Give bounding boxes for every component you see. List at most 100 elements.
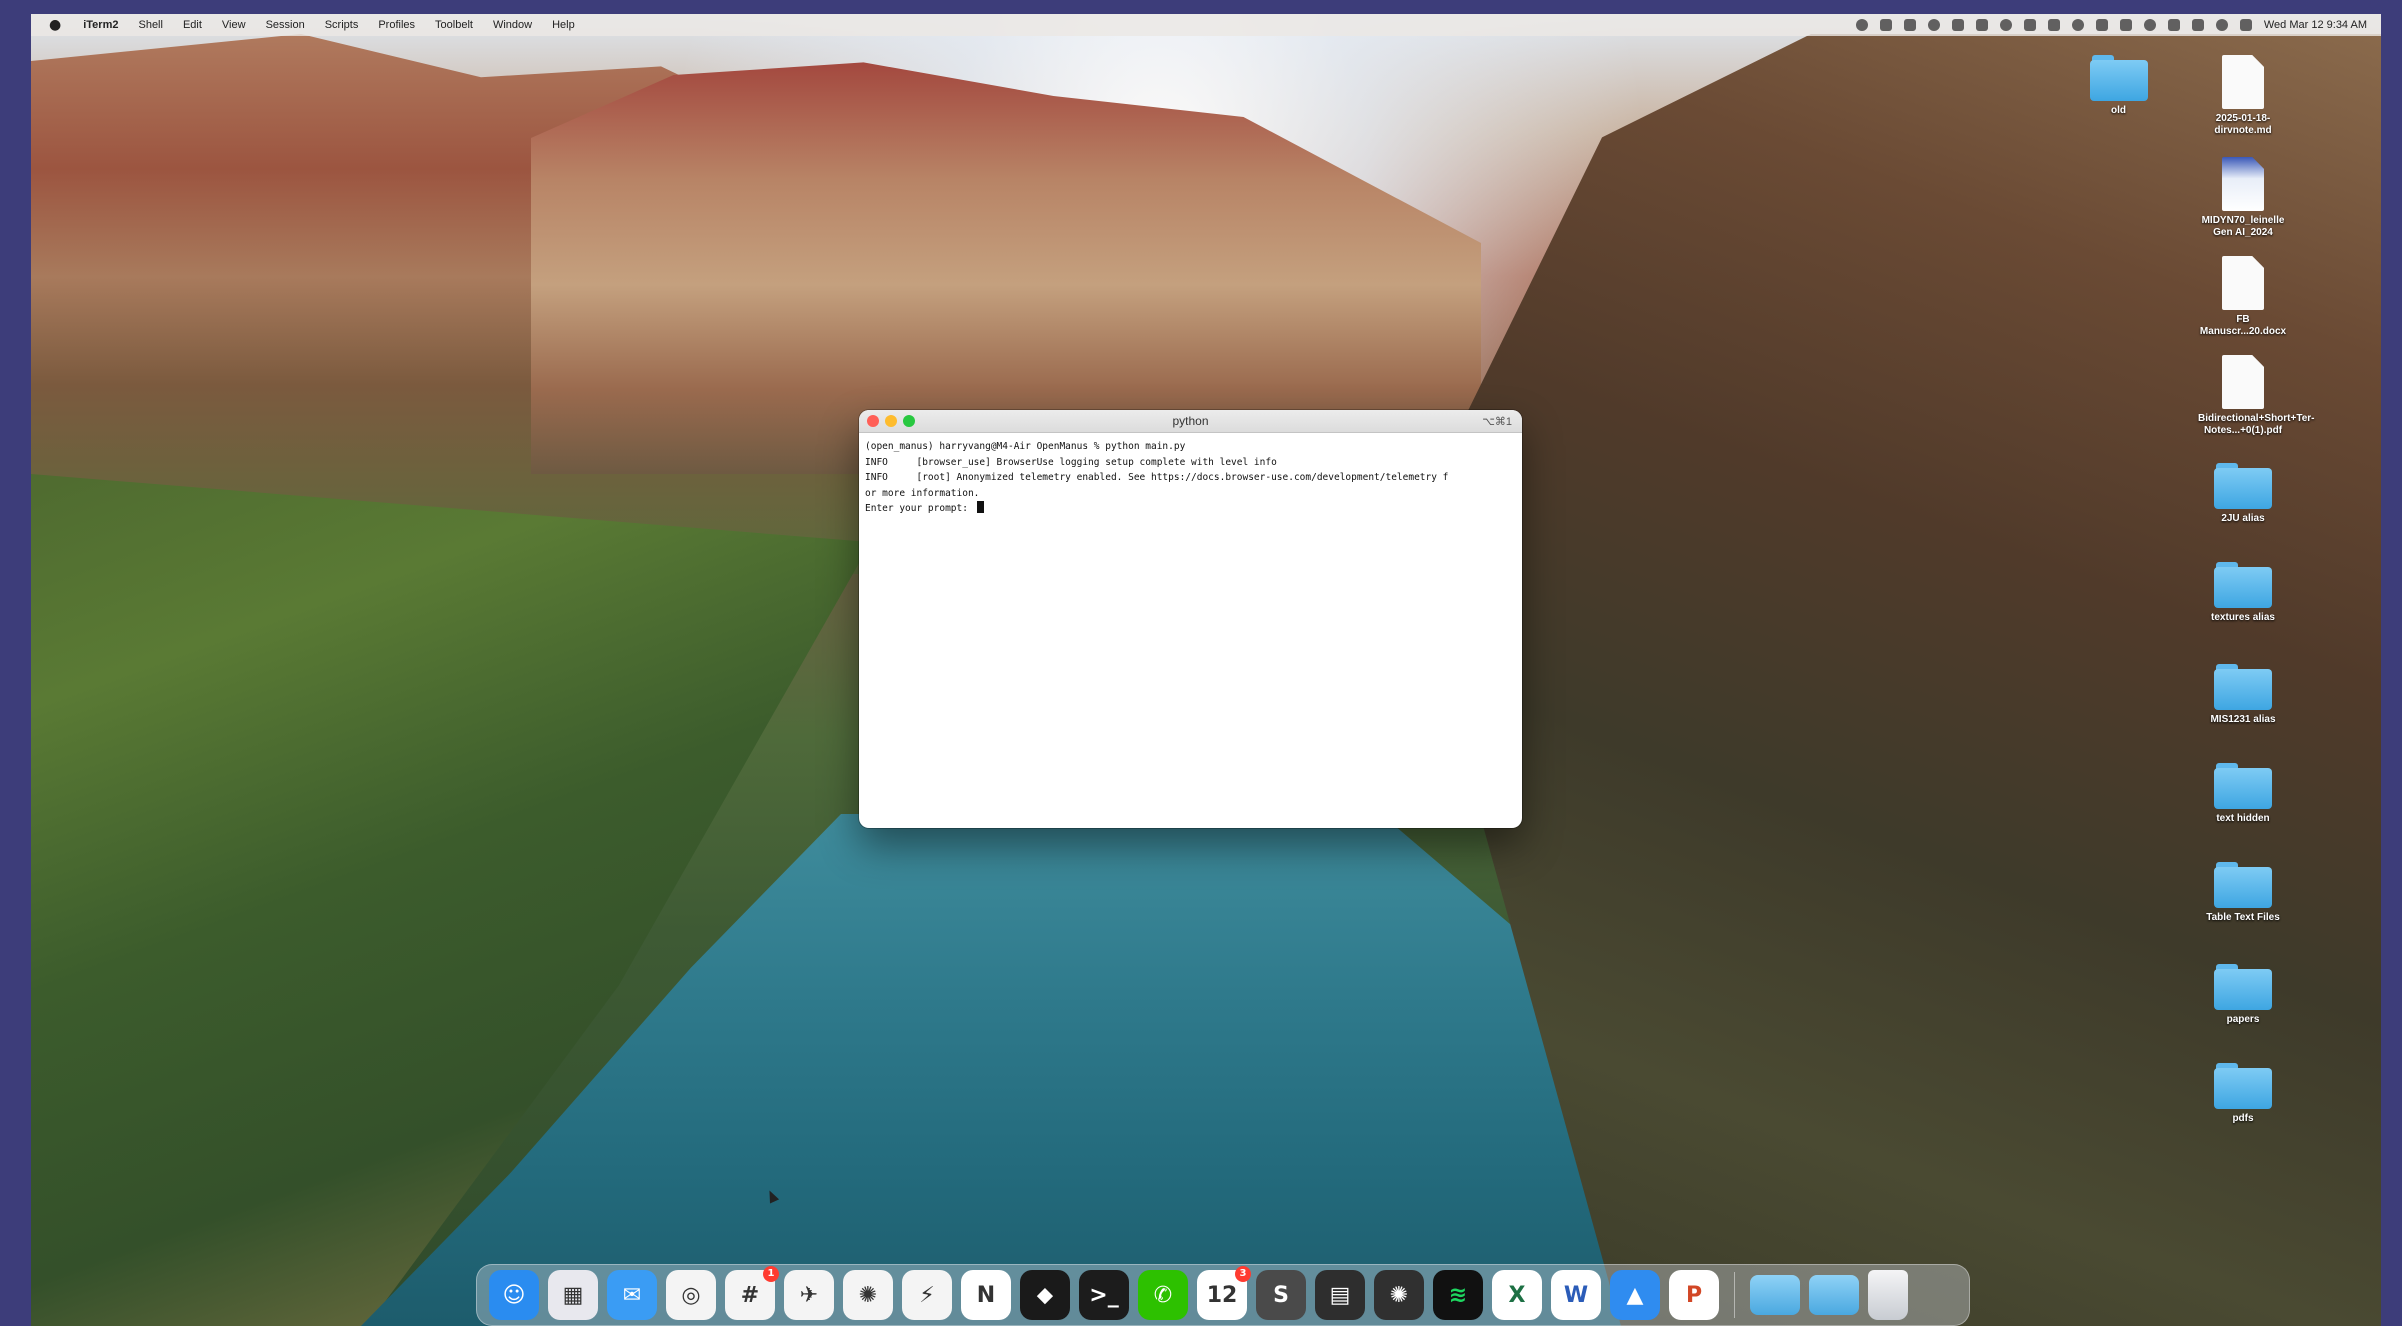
notification-badge: 1 [763,1266,779,1282]
wechat-icon[interactable]: ✆ [1138,1270,1188,1320]
menu-toolbelt[interactable]: Toolbelt [425,19,483,31]
calculator-icon[interactable]: ▤ [1315,1270,1365,1320]
desktop-item[interactable]: Table Text Files [2198,862,2288,924]
bluetooth-icon[interactable] [2143,19,2156,31]
dock-glyph: ✉ [622,1282,642,1308]
desktop-item[interactable]: MIS1231 alias [2198,664,2288,726]
desktop-item-label: 2JU alias [2221,513,2265,524]
desktop-item[interactable]: pdfs [2198,1063,2288,1125]
desktop-item-label: FB Manuscr...20.docx [2199,314,2287,337]
desktop-item[interactable]: text hidden [2198,763,2288,825]
dock-glyph: N [976,1282,996,1308]
desktop-item[interactable]: 2JU alias [2198,463,2288,525]
mic-icon[interactable] [1903,19,1916,31]
menu-bar: ● iTerm2 Shell Edit View Session Scripts… [31,14,2381,36]
dock-glyph: >_ [1089,1282,1119,1308]
finder-icon[interactable]: ☺ [489,1270,539,1320]
display-icon[interactable] [2023,19,2036,31]
desktop-item[interactable]: Bidirectional+Short+Ter-Notes...+0(1).pd… [2198,355,2315,437]
folder-icon [2214,463,2272,509]
dock-glyph: ☺ [502,1282,526,1308]
openai-icon[interactable]: ✺ [1374,1270,1424,1320]
perplexity-icon[interactable]: ⚡ [902,1270,952,1320]
dock-glyph: ✺ [1389,1282,1409,1308]
menu-session[interactable]: Session [256,19,315,31]
cursor-app-icon[interactable]: ⬥ [1020,1270,1070,1320]
menu-help[interactable]: Help [542,19,585,31]
dock-glyph: ◎ [681,1282,701,1308]
clock-icon[interactable] [2071,19,2084,31]
mimestream-icon[interactable]: ✈ [784,1270,834,1320]
folder-icon [2089,55,2148,101]
mail-icon[interactable]: ✉ [607,1270,657,1320]
menu-view[interactable]: View [212,19,256,31]
network-icon[interactable] [2095,19,2108,31]
volume-icon[interactable] [2119,19,2132,31]
menu-edit[interactable]: Edit [173,19,212,31]
menu-clock[interactable]: Wed Mar 12 9:34 AM [2264,19,2367,31]
chrome-icon[interactable]: ◎ [666,1270,716,1320]
slack-icon[interactable]: #1 [725,1266,779,1320]
siri-icon[interactable] [2239,19,2252,31]
menu-profiles[interactable]: Profiles [368,19,425,31]
chatgpt-icon[interactable]: ✺ [843,1270,893,1320]
search-icon[interactable] [2191,19,2204,31]
desktop-item-label: pdfs [2232,1113,2254,1124]
notion-icon[interactable]: N [961,1270,1011,1320]
desktop-item[interactable]: 2025-01-18-dirvnote.md [2198,55,2288,137]
terminal-window[interactable]: python ⌥⌘1 (open_manus) harryvang@M4-Air… [859,410,1522,828]
dock-glyph: ⚡ [919,1282,935,1308]
record-icon[interactable] [1855,19,1868,31]
applications-folder-icon[interactable] [1809,1275,1859,1315]
dock-glyph: ▦ [562,1282,584,1308]
terminal-line: INFO [root] Anonymized telemetry enabled… [865,472,1449,483]
menu-scripts[interactable]: Scripts [315,19,369,31]
dock-separator [1734,1272,1735,1318]
dock-glyph: ≋ [1448,1282,1468,1308]
dock-glyph: 12 [1206,1282,1238,1308]
trash-icon[interactable] [1868,1270,1908,1320]
folder-icon [2214,862,2272,908]
folder-icon [2214,664,2272,710]
sublime-icon[interactable]: S [1256,1270,1306,1320]
terminal-icon[interactable]: >_ [1079,1270,1129,1320]
keynote-icon[interactable]: ▲ [1610,1270,1660,1320]
folder-icon [2214,1063,2272,1109]
desktop-item[interactable]: papers [2198,964,2288,1026]
desktop-item-label: Bidirectional+Short+Ter-Notes...+0(1).pd… [2198,413,2315,436]
folder-icon [2214,763,2272,809]
shazam-icon[interactable] [2047,19,2060,31]
slack-icon[interactable] [1975,19,1988,31]
launchpad-icon[interactable]: ▦ [548,1270,598,1320]
control-center-icon[interactable] [2215,19,2228,31]
dock-glyph: W [1563,1282,1589,1308]
desktop-item-label: MIS1231 alias [2210,714,2276,725]
circle-icon[interactable] [1879,19,1892,31]
word-icon[interactable]: W [1551,1270,1601,1320]
desktop-item[interactable]: old [2074,55,2164,117]
cloud-icon[interactable] [1999,19,2012,31]
apple-menu-icon[interactable]: ● [31,17,73,33]
terminal-prompt-line[interactable]: Enter your prompt: [865,501,1516,517]
folder-icon [2214,562,2272,608]
desktop-item-label: papers [2226,1014,2260,1025]
wechat-icon[interactable] [1951,19,1964,31]
downloads-folder-icon[interactable] [1750,1275,1800,1315]
desktop-item[interactable]: textures alias [2198,562,2288,624]
menu-window[interactable]: Window [483,19,542,31]
desktop-item[interactable]: FB Manuscr...20.docx [2198,256,2288,338]
spotify-icon[interactable]: ≋ [1433,1270,1483,1320]
terminal-titlebar[interactable]: python ⌥⌘1 [859,410,1522,433]
menu-app-name[interactable]: iTerm2 [73,19,128,31]
desktop-item[interactable]: MIDYN70_leinelle Gen AI_2024 [2198,157,2288,239]
b-icon[interactable] [1927,19,1940,31]
text-cursor [976,501,984,513]
desktop-item-label: MIDYN70_leinelle Gen AI_2024 [2201,215,2285,238]
calendar-icon[interactable]: 12 3 [1197,1266,1251,1320]
document-icon [2222,256,2264,310]
wifi-icon[interactable] [2167,19,2180,31]
powerpoint-icon[interactable]: P [1669,1270,1719,1320]
terminal-output[interactable]: (open_manus) harryvang@M4-Air OpenManus … [859,433,1522,523]
menu-shell[interactable]: Shell [128,19,172,31]
excel-icon[interactable]: X [1492,1270,1542,1320]
